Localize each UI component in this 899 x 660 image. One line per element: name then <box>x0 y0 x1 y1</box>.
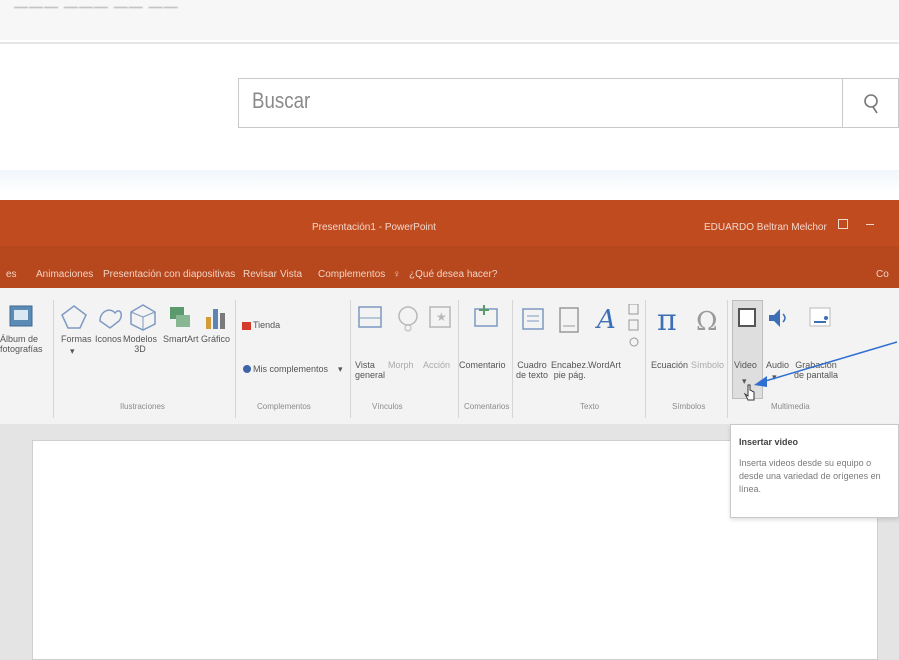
video-icon <box>738 308 756 327</box>
comment-icon <box>474 305 498 327</box>
svg-text:A: A <box>595 305 616 333</box>
ecuacion-button[interactable]: Ecuación <box>651 360 688 370</box>
store-icon <box>242 322 251 330</box>
tab-transiciones[interactable]: es <box>6 269 17 280</box>
header-footer-icon <box>559 307 579 333</box>
wordart-icon: A <box>595 305 616 333</box>
morph-button: Morph <box>388 360 414 370</box>
screen-recording-icon <box>809 307 831 327</box>
minimize-icon[interactable] <box>866 224 874 225</box>
annotation-arrow <box>754 341 898 387</box>
svg-text:★: ★ <box>436 310 447 324</box>
mis-complementos-dropdown-icon[interactable]: ▾ <box>338 364 343 374</box>
tab-complementos[interactable]: Complementos <box>318 269 385 280</box>
smartart-button[interactable]: SmartArt <box>163 334 199 344</box>
mis-complementos-button[interactable]: Mis complementos <box>253 364 328 374</box>
search-icon <box>864 94 878 114</box>
group-separator <box>235 300 236 418</box>
user-name[interactable]: EDUARDO Beltran Melchor <box>704 222 827 233</box>
equation-icon: π <box>657 304 677 334</box>
symbol-icon: Ω <box>696 307 718 334</box>
group-separator <box>645 300 646 418</box>
ribbon-display-icon[interactable] <box>838 219 848 229</box>
group-separator <box>53 300 54 418</box>
tooltip-description: Inserta videos desde su equipo o desde u… <box>739 458 881 494</box>
group-separator <box>727 300 728 418</box>
group-separator <box>350 300 351 418</box>
formas-dropdown-icon[interactable]: ▾ <box>70 346 75 356</box>
smartart-icon <box>170 307 190 327</box>
icons-icon <box>99 309 122 329</box>
tab-presentacion[interactable]: Presentación con diapositivas <box>103 269 235 280</box>
window-title: Presentación1 - PowerPoint <box>312 222 436 233</box>
summary-zoom-icon <box>358 306 382 328</box>
tienda-button[interactable]: Tienda <box>253 320 280 330</box>
group-separator <box>458 300 459 418</box>
share-button[interactable]: Co <box>876 269 889 280</box>
simbolo-button: Símbolo <box>691 360 725 370</box>
tab-animaciones[interactable]: Animaciones <box>36 269 93 280</box>
link-icon <box>398 306 418 332</box>
formas-button[interactable]: Formas <box>61 334 92 344</box>
svg-text:Ω: Ω <box>696 307 718 334</box>
action-icon: ★ <box>429 306 451 328</box>
group-multimedia: Multimedia <box>771 402 810 411</box>
iconos-button[interactable]: Iconos <box>95 334 122 344</box>
encabezado-pie-button[interactable]: Encabez. pie pág. <box>551 360 589 380</box>
group-vinculos: Vínculos <box>372 402 403 411</box>
vista-general-button[interactable]: Vista general <box>355 360 385 380</box>
group-simbolos: Símbolos <box>672 402 706 411</box>
group-texto: Texto <box>580 402 600 411</box>
mouse-cursor-icon <box>743 384 755 401</box>
lightbulb-icon: ♀ <box>393 269 401 280</box>
group-comentarios: Comentarios <box>464 402 510 411</box>
shapes-icon <box>61 305 87 329</box>
tab-vista[interactable]: Vista <box>280 269 302 280</box>
search-input[interactable] <box>238 78 842 128</box>
accion-button: Acción <box>423 360 451 370</box>
page-fade <box>0 170 899 192</box>
group-ilustraciones: Ilustraciones <box>120 402 165 411</box>
photo-album-icon <box>9 305 33 327</box>
grafico-button[interactable]: Gráfico <box>201 334 230 344</box>
blurred-heading: ——— ——— —— —— <box>14 0 179 14</box>
text-small-icons <box>628 304 639 347</box>
divider <box>0 42 899 44</box>
chart-icon <box>206 309 225 329</box>
search-button[interactable] <box>842 78 899 128</box>
modelos-3d-button[interactable]: Modelos 3D <box>123 334 157 354</box>
cuadro-texto-button[interactable]: Cuadro de texto <box>516 360 548 380</box>
audio-icon <box>769 309 786 327</box>
my-addins-icon <box>243 365 251 373</box>
wordart-button[interactable]: WordArt <box>588 360 621 370</box>
comentario-button[interactable]: Comentario <box>459 360 506 370</box>
3d-models-icon <box>130 304 156 331</box>
svg-text:π: π <box>657 304 677 334</box>
tell-me-search[interactable]: ¿Qué desea hacer? <box>409 269 497 280</box>
ribbon-tabs-bar <box>0 246 899 288</box>
album-button[interactable]: Álbum de fotografías <box>0 334 43 354</box>
search-placeholder: Buscar <box>252 88 311 113</box>
tab-revisar[interactable]: Revisar <box>243 269 277 280</box>
group-complementos: Complementos <box>257 402 311 411</box>
text-box-icon <box>522 308 544 330</box>
tooltip-title: Insertar video <box>739 437 799 447</box>
group-separator <box>512 300 513 418</box>
